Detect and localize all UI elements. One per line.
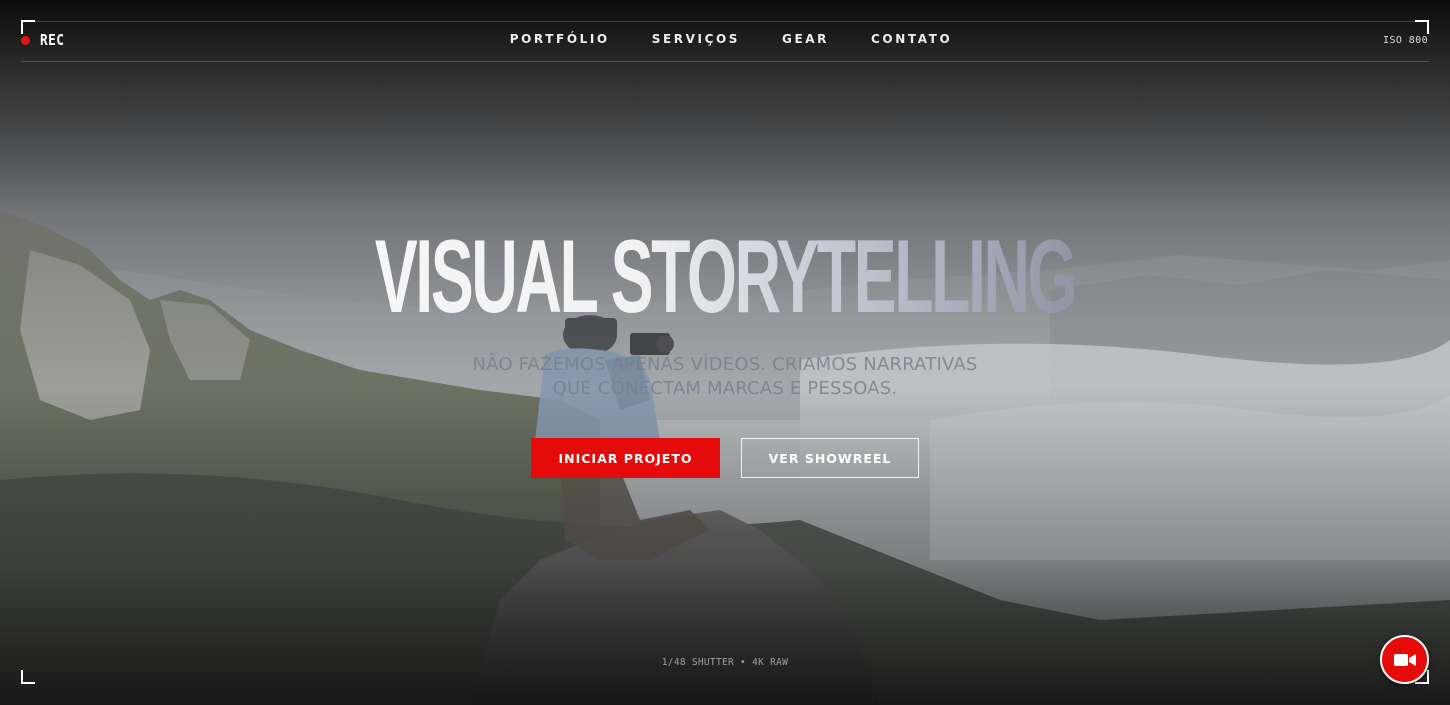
video-camera-icon <box>1393 653 1416 666</box>
hero-tagline: NÃO FAZEMOS APENAS VÍDEOS. CRIAMOS NARRA… <box>0 353 1450 401</box>
nav-link-portfolio[interactable]: PORTFÓLIO <box>510 32 610 46</box>
viewfinder-corner-bottom-left <box>21 670 35 684</box>
header-top-divider <box>35 21 1415 22</box>
iso-readout: ISO 800 <box>1383 35 1428 46</box>
record-video-button[interactable] <box>1380 635 1429 684</box>
nav-link-gear[interactable]: GEAR <box>782 32 829 46</box>
start-project-button[interactable]: INICIAR PROJETO <box>531 438 720 478</box>
hero-tagline-line-1: NÃO FAZEMOS APENAS VÍDEOS. CRIAMOS NARRA… <box>472 354 978 375</box>
hero-tagline-line-2: QUE CONECTAM MARCAS E PESSOAS. <box>552 378 898 399</box>
camera-settings-readout: 1/48 SHUTTER • 4K RAW <box>661 657 789 668</box>
nav-link-contato[interactable]: CONTATO <box>871 32 952 46</box>
nav-link-servicos[interactable]: SERVIÇOS <box>652 32 740 46</box>
header-bottom-divider <box>21 61 1429 62</box>
hero-headline: VISUAL STORYTELLING <box>276 222 1175 332</box>
main-nav: PORTFÓLIO SERVIÇOS GEAR CONTATO <box>0 32 1450 46</box>
view-showreel-button[interactable]: VER SHOWREEL <box>741 438 919 478</box>
